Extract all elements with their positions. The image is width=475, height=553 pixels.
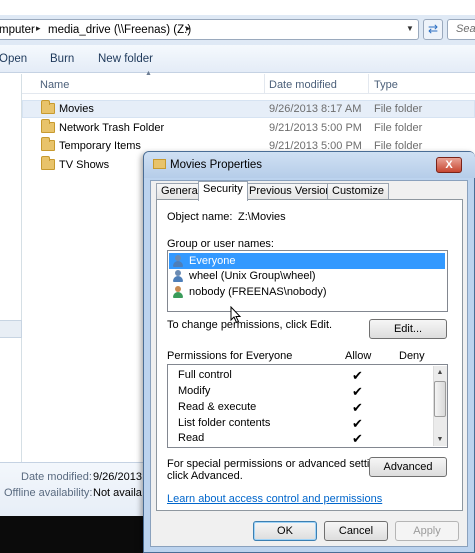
permission-name: Modify	[178, 385, 211, 397]
file-date: 9/21/2013 5:00 PM	[269, 122, 362, 134]
object-name-value: Z:\Movies	[238, 211, 286, 223]
details-date-modified-value: 9/26/2013	[93, 471, 142, 483]
change-permissions-text: To change permissions, click Edit.	[167, 319, 333, 331]
file-type: File folder	[374, 122, 423, 134]
user-group-icon	[172, 255, 185, 267]
permission-row: Full control ✔	[169, 368, 429, 383]
permission-name: Read	[178, 432, 205, 444]
file-date: 9/26/2013 8:17 AM	[269, 103, 362, 115]
permission-row: Modify ✔	[169, 384, 429, 399]
navigation-pane-selected-item[interactable]	[0, 320, 22, 338]
address-dropdown-icon[interactable]: ▼	[406, 24, 414, 33]
column-header-name[interactable]: Name	[40, 78, 69, 92]
burn-button[interactable]: Burn	[50, 51, 74, 67]
advanced-button[interactable]: Advanced	[369, 457, 447, 477]
mouse-pointer-icon	[230, 306, 242, 324]
tab-security[interactable]: Security	[198, 181, 248, 201]
column-header-type[interactable]: Type	[374, 78, 398, 92]
file-type: File folder	[374, 103, 423, 115]
open-button[interactable]: Open	[0, 51, 27, 67]
folder-icon	[41, 156, 55, 170]
permission-row: Read & execute ✔	[169, 400, 429, 415]
breadcrumb-media-drive[interactable]: media_drive (\\Freenas) (Z:)	[48, 22, 191, 38]
user-group-icon	[172, 270, 185, 282]
special-permissions-text-2: click Advanced.	[167, 470, 243, 482]
column-divider[interactable]	[368, 74, 369, 94]
permission-name: List folder contents	[178, 417, 271, 429]
folder-icon	[41, 137, 55, 151]
close-icon: X	[445, 159, 453, 171]
folder-icon	[41, 119, 55, 133]
user-name: wheel (Unix Group\wheel)	[189, 270, 316, 282]
group-or-user-names-label: Group or user names:	[167, 238, 274, 250]
learn-more-link[interactable]: Learn about access control and permissio…	[167, 492, 382, 506]
allow-column-label: Allow	[345, 350, 372, 362]
file-name: TV Shows	[59, 159, 110, 171]
search-input[interactable]: Sea	[447, 19, 475, 40]
new-folder-button[interactable]: New folder	[98, 51, 153, 67]
breadcrumb-separator-icon[interactable]: ▸	[36, 23, 41, 34]
object-name-label: Object name:	[167, 211, 233, 223]
allow-check-icon: ✔	[352, 416, 363, 431]
column-header-date-modified[interactable]: Date modified	[269, 78, 337, 92]
details-offline-value: Not availa	[93, 487, 142, 499]
cancel-button[interactable]: Cancel	[324, 521, 388, 541]
folder-icon	[153, 159, 166, 169]
permission-row: List folder contents ✔	[169, 416, 429, 431]
allow-check-icon: ✔	[352, 431, 363, 446]
user-list-item[interactable]: Everyone	[169, 253, 445, 269]
scroll-down-icon[interactable]: ▼	[433, 433, 447, 446]
user-list-item[interactable]: nobody (FREENAS\nobody)	[169, 284, 445, 300]
ok-button[interactable]: OK	[253, 521, 317, 541]
details-date-modified-label: Date modified:	[21, 471, 92, 483]
permissions-for-label: Permissions for Everyone	[167, 350, 293, 362]
apply-button[interactable]: Apply	[395, 521, 459, 541]
scroll-thumb[interactable]	[434, 381, 446, 417]
file-name: Network Trash Folder	[59, 122, 165, 134]
scroll-up-icon[interactable]: ▲	[433, 366, 447, 379]
refresh-button[interactable]: ⇄	[423, 19, 443, 40]
edit-button[interactable]: Edit...	[369, 319, 447, 339]
user-list-item[interactable]: wheel (Unix Group\wheel)	[169, 268, 445, 284]
details-offline-label: Offline availability:	[4, 487, 93, 499]
allow-check-icon: ✔	[352, 368, 363, 383]
user-name: Everyone	[189, 255, 236, 267]
column-header-row	[22, 74, 475, 94]
breadcrumb-computer[interactable]: mputer	[0, 22, 35, 38]
folder-icon	[41, 100, 55, 114]
dialog-title: Movies Properties	[170, 159, 263, 171]
allow-check-icon: ✔	[352, 384, 363, 399]
file-name: Movies	[59, 103, 94, 115]
permission-row: Read ✔	[169, 431, 429, 446]
refresh-icon: ⇄	[427, 22, 439, 36]
sort-ascending-icon: ▲	[145, 70, 152, 77]
user-icon	[172, 286, 185, 298]
search-placeholder: Sea	[456, 23, 475, 35]
tab-customize[interactable]: Customize	[327, 183, 389, 200]
navigation-pane[interactable]	[0, 74, 22, 462]
user-name: nobody (FREENAS\nobody)	[189, 286, 327, 298]
permission-name: Read & execute	[178, 401, 257, 413]
deny-column-label: Deny	[399, 350, 425, 362]
breadcrumb-separator-icon[interactable]: ▸	[186, 23, 191, 34]
column-divider[interactable]	[264, 74, 265, 94]
file-name: Temporary Items	[59, 140, 141, 152]
close-button[interactable]: X	[436, 157, 462, 173]
allow-check-icon: ✔	[352, 400, 363, 415]
permission-name: Full control	[178, 369, 232, 381]
